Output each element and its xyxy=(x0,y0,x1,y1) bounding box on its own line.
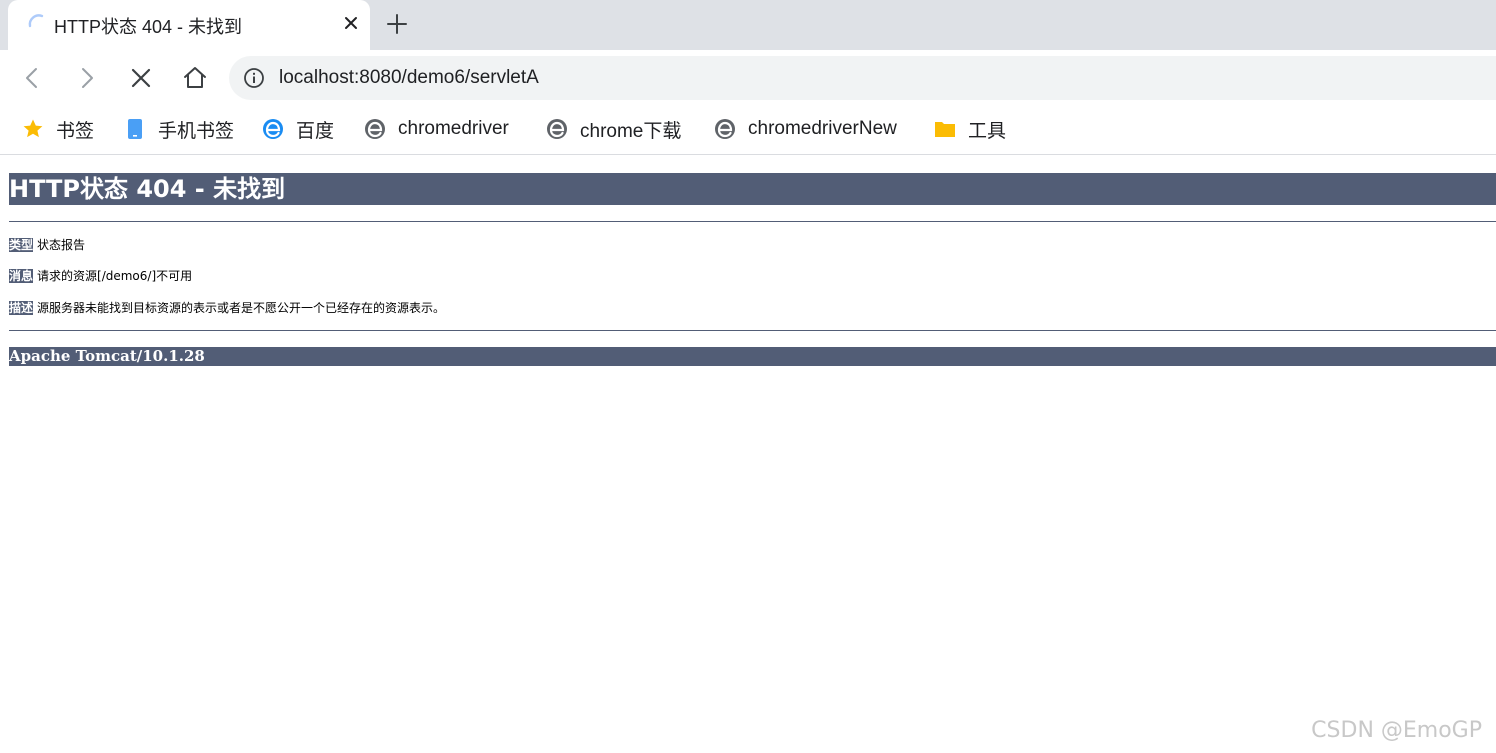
bookmark-bookmarks[interactable]: 书签 xyxy=(22,116,94,142)
error-heading: HTTP状态 404 - 未找到 xyxy=(9,173,1496,205)
tab-strip: HTTP状态 404 - 未找到 xyxy=(0,0,1496,50)
description-value: 源服务器未能找到目标资源的表示或者是不愿公开一个已经存在的资源表示。 xyxy=(37,301,446,315)
browser-e-icon xyxy=(547,119,567,139)
bookmark-label: chromedriver xyxy=(398,118,509,139)
mobile-icon xyxy=(128,119,142,139)
stop-loading-button[interactable] xyxy=(128,65,154,91)
arrow-left-icon[interactable] xyxy=(19,65,45,91)
browser-e-icon xyxy=(365,119,385,139)
description-row: 描述 源服务器未能找到目标资源的表示或者是不愿公开一个已经存在的资源表示。 xyxy=(9,300,445,316)
plus-icon[interactable] xyxy=(384,11,410,37)
server-footer: Apache Tomcat/10.1.28 xyxy=(9,347,1496,366)
star-icon xyxy=(23,119,43,138)
address-bar[interactable]: localhost:8080/demo6/servletA xyxy=(229,56,1496,100)
bookmark-label: 工具 xyxy=(968,120,1007,142)
type-row: 类型 状态报告 xyxy=(9,237,85,253)
bookmark-label: chromedriverNew xyxy=(748,118,897,139)
browser-e-icon xyxy=(715,119,735,139)
message-label: 消息 xyxy=(9,269,34,283)
active-tab[interactable]: HTTP状态 404 - 未找到 xyxy=(8,0,370,50)
browser-e-icon xyxy=(263,119,283,139)
bookmarks-bar: 书签 手机书签 百度 chromedriver chrome下载 chromed… xyxy=(0,106,1496,155)
close-icon[interactable] xyxy=(342,14,360,32)
bookmark-mobile[interactable]: 手机书签 xyxy=(124,116,234,142)
bookmark-chrome-download[interactable]: chrome下载 xyxy=(546,116,681,142)
browser-toolbar: localhost:8080/demo6/servletA xyxy=(0,50,1496,106)
bookmark-label: 手机书签 xyxy=(158,120,235,142)
folder-icon xyxy=(935,122,955,137)
bookmark-label: chrome下载 xyxy=(580,120,682,142)
bookmark-baidu[interactable]: 百度 xyxy=(262,116,334,142)
loading-spinner-icon xyxy=(28,14,44,28)
type-value: 状态报告 xyxy=(37,238,86,252)
info-icon[interactable] xyxy=(243,67,265,89)
arrow-right-icon[interactable] xyxy=(74,65,100,91)
message-row: 消息 请求的资源[/demo6/]不可用 xyxy=(9,268,192,284)
bookmark-label: 百度 xyxy=(296,120,335,142)
bookmark-label: 书签 xyxy=(56,120,95,142)
tab-title: HTTP状态 404 - 未找到 xyxy=(54,17,243,37)
watermark: CSDN @EmoGP xyxy=(1311,718,1482,743)
divider xyxy=(9,221,1496,222)
bookmark-chromedriver-new[interactable]: chromedriverNew xyxy=(714,116,897,142)
divider xyxy=(9,330,1496,331)
message-value: 请求的资源[/demo6/]不可用 xyxy=(37,269,193,283)
url-text[interactable]: localhost:8080/demo6/servletA xyxy=(279,67,539,89)
bookmark-chromedriver[interactable]: chromedriver xyxy=(364,116,509,142)
description-label: 描述 xyxy=(9,301,34,315)
bookmark-folder-tools[interactable]: 工具 xyxy=(934,116,1006,142)
page-content: HTTP状态 404 - 未找到 类型 状态报告 消息 请求的资源[/demo6/]… xyxy=(0,155,1496,753)
home-icon[interactable] xyxy=(182,65,208,91)
type-label: 类型 xyxy=(9,238,34,252)
